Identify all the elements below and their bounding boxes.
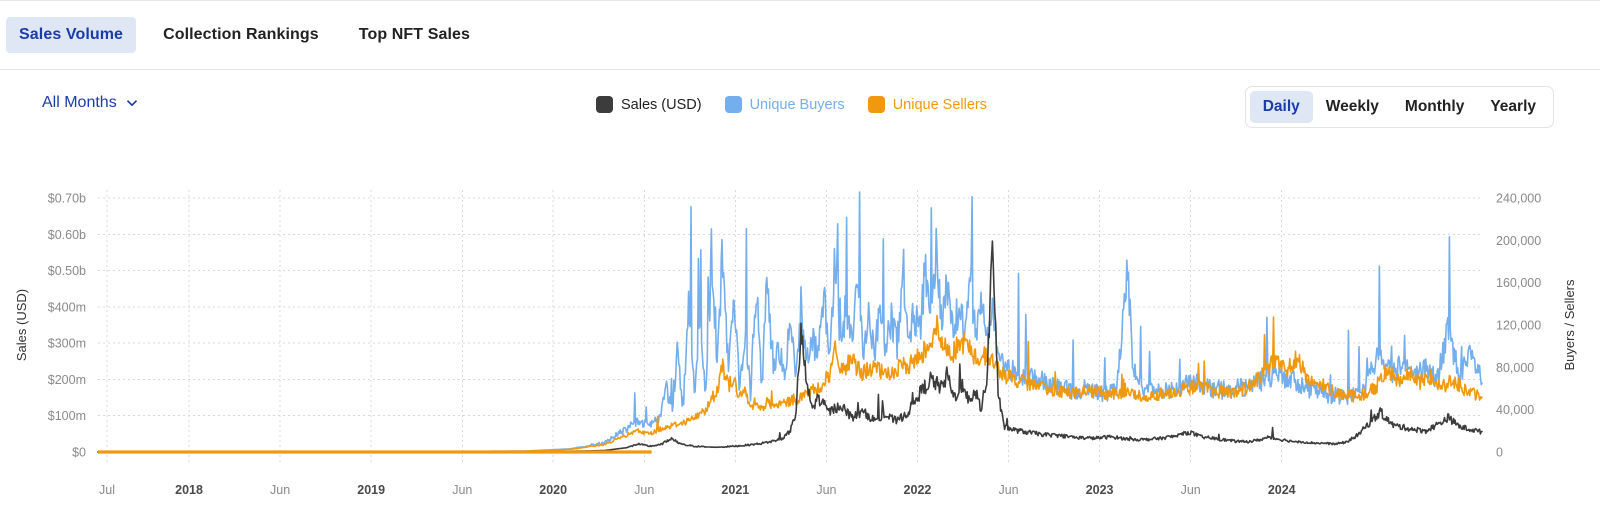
y2-axis-tick-label: 0	[1496, 446, 1503, 460]
x-axis-tick-label: 2021	[721, 483, 749, 497]
tab-collection-rankings[interactable]: Collection Rankings	[150, 17, 332, 53]
period-yearly[interactable]: Yearly	[1477, 91, 1549, 123]
y-axis-tick-label: $300m	[48, 337, 86, 351]
y-axis-tick-label: $100m	[48, 409, 86, 423]
legend-swatch-sales	[596, 96, 613, 113]
x-axis-tick-label: 2019	[357, 483, 385, 497]
x-axis-tick-label: 2024	[1268, 483, 1296, 497]
period-monthly[interactable]: Monthly	[1392, 91, 1477, 123]
x-axis-tick-label: Jun	[1181, 483, 1201, 497]
y2-axis-title: Buyers / Sellers	[1562, 279, 1577, 371]
sales-volume-chart[interactable]: $0 $100m $200m $300m $400m $0.50b $0.60b $0.70b…	[0, 160, 1600, 527]
legend-label-buyers: Unique Buyers	[749, 96, 845, 113]
legend-item-buyers[interactable]: Unique Buyers	[724, 96, 845, 113]
x-axis-tick-label: Jun	[452, 483, 472, 497]
tab-top-nft-sales[interactable]: Top NFT Sales	[346, 17, 483, 53]
y-axis-tick-label: $0.50b	[48, 264, 86, 278]
period-selector: Daily Weekly Monthly Yearly	[1244, 86, 1554, 128]
tab-bar: Sales Volume Collection Rankings Top NFT…	[0, 0, 1600, 70]
y-axis-tick-label: $200m	[48, 373, 86, 387]
legend-item-sellers[interactable]: Unique Sellers	[867, 96, 987, 113]
y2-axis-tick-label: 200,000	[1496, 234, 1541, 248]
period-weekly[interactable]: Weekly	[1313, 91, 1392, 123]
tab-sales-volume[interactable]: Sales Volume	[6, 17, 137, 53]
x-axis-tick-label: Jun	[634, 483, 654, 497]
months-filter-dropdown[interactable]: All Months	[42, 94, 138, 112]
months-filter-label: All Months	[42, 94, 117, 111]
y2-axis-tick-label: 240,000	[1496, 192, 1541, 206]
x-axis-tick-label: Jul	[99, 483, 115, 497]
y-axis-tick-label: $0.70b	[48, 192, 86, 206]
legend-swatch-sellers	[867, 96, 885, 113]
y2-axis-tick-label: 80,000	[1496, 361, 1534, 375]
legend-item-sales[interactable]: Sales (USD)	[596, 96, 702, 113]
x-axis-tick-label: 2023	[1086, 483, 1114, 497]
x-axis-tick-label: 2018	[175, 483, 203, 497]
y-axis-tick-label: $0.60b	[48, 228, 86, 242]
legend-label-sellers: Unique Sellers	[892, 96, 987, 113]
x-axis-tick-label: 2022	[904, 483, 932, 497]
x-axis-tick-label: Jun	[998, 483, 1018, 497]
y-axis-tick-label: $0	[72, 446, 86, 460]
legend-label-sales: Sales (USD)	[621, 96, 702, 113]
period-daily[interactable]: Daily	[1249, 91, 1313, 123]
y2-axis-tick-label: 160,000	[1496, 276, 1541, 290]
chart-svg[interactable]: $0 $100m $200m $300m $400m $0.50b $0.60b $0.70b…	[0, 160, 1600, 527]
legend-swatch-buyers	[724, 96, 742, 113]
chart-series-buyers	[97, 191, 1483, 453]
chart-legend: Sales (USD) Unique Buyers Unique Sellers	[596, 96, 999, 113]
y-axis-tick-label: $400m	[48, 300, 86, 314]
x-axis-tick-label: Jun	[816, 483, 836, 497]
y2-axis-tick-label: 120,000	[1496, 319, 1541, 333]
x-axis-tick-label: 2020	[539, 483, 567, 497]
x-axis-tick-label: Jun	[270, 483, 290, 497]
y2-axis-tick-label: 40,000	[1496, 403, 1534, 417]
chart-controls: All Months Sales (USD) Unique Buyers Uni…	[0, 70, 1600, 136]
y-axis-title: Sales (USD)	[14, 289, 29, 361]
chevron-down-icon	[126, 97, 138, 109]
